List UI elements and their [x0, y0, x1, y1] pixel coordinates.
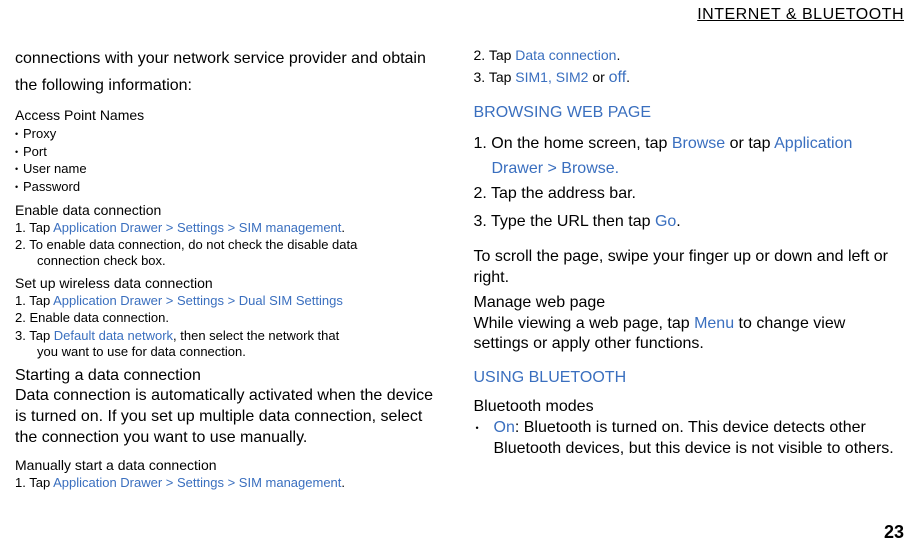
step-item: 1. Tap Application Drawer > Settings > D… — [15, 293, 446, 309]
step-item: 2. Tap Data connection. — [474, 45, 905, 66]
step-text: 3. Type the URL then tap — [474, 213, 655, 230]
step-text: 1. Tap — [15, 475, 53, 490]
browse-heading: BROWSING WEB PAGE — [474, 104, 905, 122]
step-item-cont: connection check box. — [15, 254, 446, 269]
step-text: . — [616, 47, 620, 63]
step-item: 2. Enable data connection. — [15, 310, 446, 326]
body-text: While viewing a web page, tap — [474, 315, 695, 332]
step-item: 1. Tap Application Drawer > Settings > S… — [15, 220, 446, 236]
bt-mode-desc: : Bluetooth is turned on. This device de… — [494, 419, 894, 457]
manage-body: While viewing a web page, tap Menu to ch… — [474, 314, 905, 356]
start-body: Data connection is automatically activat… — [15, 386, 446, 448]
intro-text: connections with your network service pr… — [15, 45, 446, 99]
list-item: Password — [15, 178, 446, 196]
step-item-cont: you want to use for data connection. — [15, 345, 446, 360]
step-item: 2. To enable data connection, do not che… — [15, 237, 446, 253]
step-text: 1. Tap — [15, 293, 53, 308]
ui-link: Data connection — [515, 47, 616, 63]
page-number: 23 — [884, 522, 904, 543]
step-text: or — [592, 69, 608, 85]
bt-mode-label: On — [494, 419, 515, 436]
ui-path-link: Application Drawer > Settings > Dual SIM… — [53, 293, 343, 308]
manual-heading: Manually start a data connection — [15, 457, 446, 473]
step-text: 2. Tap — [474, 47, 516, 63]
setup-heading: Set up wireless data connection — [15, 275, 446, 291]
list-item: Proxy — [15, 125, 446, 143]
step-text: , then select the network that — [173, 328, 339, 343]
apn-heading: Access Point Names — [15, 107, 446, 123]
scroll-text: To scroll the page, swipe your finger up… — [474, 247, 905, 289]
step-item: 2. Tap the address bar. — [474, 182, 905, 207]
step-item: 1. Tap Application Drawer > Settings > S… — [15, 475, 446, 491]
step-item: 3. Type the URL then tap Go. — [474, 210, 905, 235]
list-item: Port — [15, 143, 446, 161]
ui-link-cont: Drawer > Browse. — [474, 157, 905, 182]
ui-path-link: Default data network — [54, 328, 173, 343]
step-text: . — [676, 213, 680, 230]
step-item: 3. Tap Default data network, then select… — [15, 328, 446, 344]
step-text: 3. Tap — [474, 69, 516, 85]
right-column: 2. Tap Data connection. 3. Tap SIM1, SIM… — [474, 45, 905, 492]
ui-link: Menu — [694, 315, 734, 332]
step-text: 1. On the home screen, tap — [474, 135, 672, 152]
left-column: connections with your network service pr… — [15, 45, 446, 492]
step-item: 1. On the home screen, tap Browse or tap… — [474, 132, 905, 157]
list-item: User name — [15, 160, 446, 178]
apn-list: Proxy Port User name Password — [15, 125, 446, 195]
ui-path-link: Application Drawer > Settings > SIM mana… — [53, 475, 341, 490]
ui-link: SIM1, SIM2 — [515, 69, 592, 85]
bt-mode-item: On: Bluetooth is turned on. This device … — [474, 418, 905, 460]
step-text: or tap — [725, 135, 774, 152]
bt-modes-heading: Bluetooth modes — [474, 397, 905, 418]
enable-heading: Enable data connection — [15, 202, 446, 218]
bluetooth-heading: USING BLUETOOTH — [474, 369, 905, 387]
step-text: 1. Tap — [15, 220, 53, 235]
ui-link: Go — [655, 213, 676, 230]
step-text: . — [341, 220, 345, 235]
manage-heading: Manage web page — [474, 293, 905, 314]
ui-link: Application — [774, 135, 852, 152]
step-text: . — [341, 475, 345, 490]
step-item: 3. Tap SIM1, SIM2 or off. — [474, 66, 905, 90]
step-text: 3. Tap — [15, 328, 54, 343]
page-content: connections with your network service pr… — [0, 0, 919, 492]
step-text: . — [626, 69, 630, 85]
section-header: INTERNET & BLUETOOTH — [697, 6, 904, 24]
ui-link: off — [609, 69, 627, 86]
ui-path-link: Application Drawer > Settings > SIM mana… — [53, 220, 341, 235]
ui-link: Browse — [672, 135, 725, 152]
start-heading: Starting a data connection — [15, 366, 446, 387]
